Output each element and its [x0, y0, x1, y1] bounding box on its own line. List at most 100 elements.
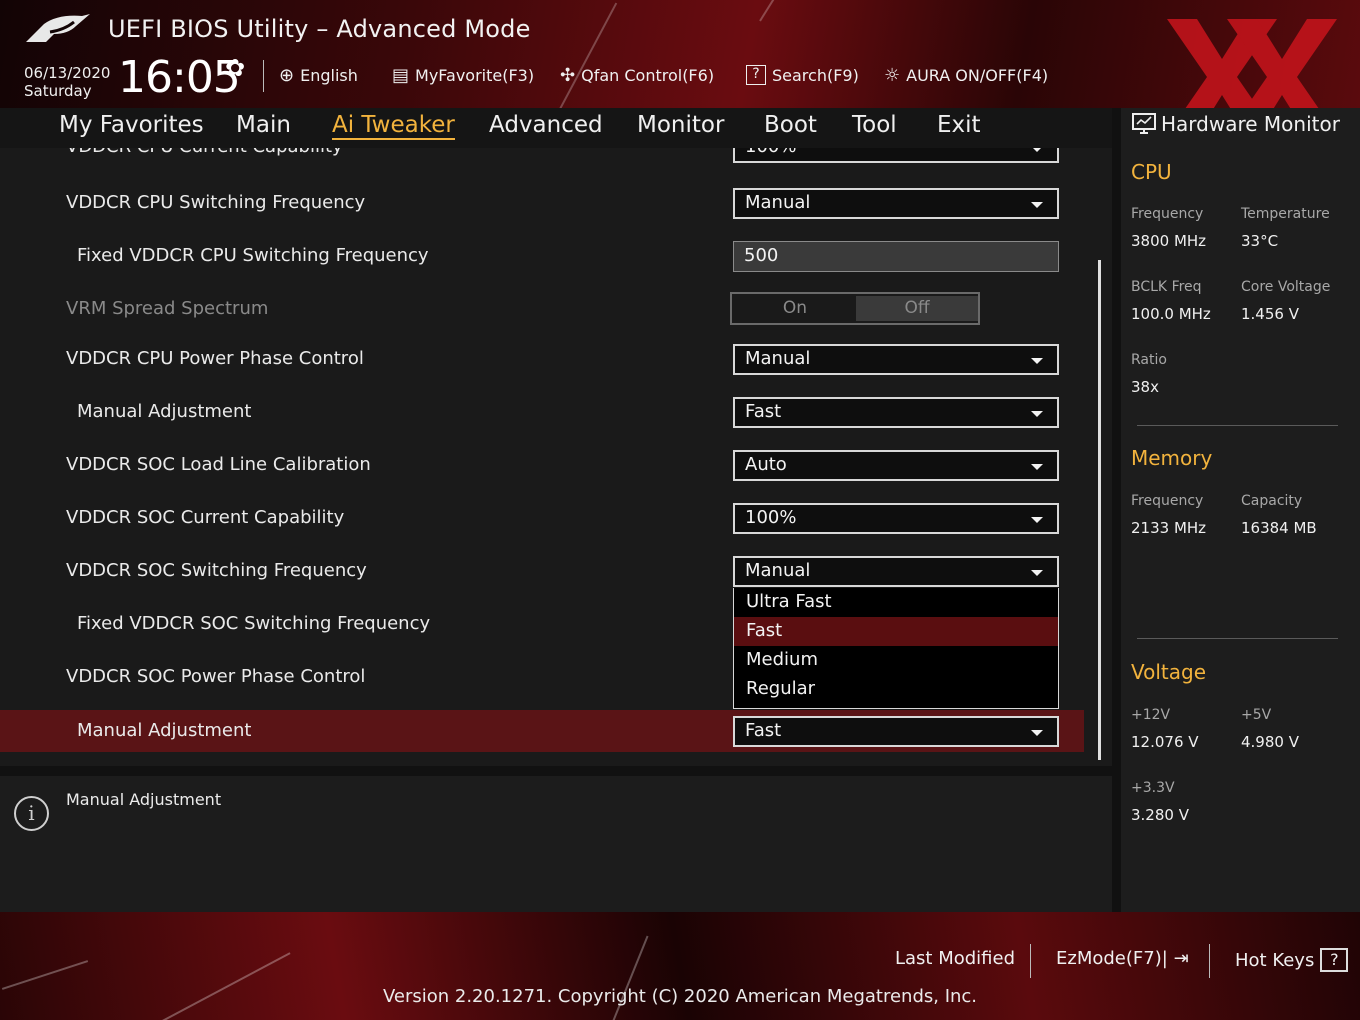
date-display[interactable]: 06/13/2020 Saturday	[24, 64, 110, 100]
v33-label: +3.3V	[1131, 780, 1175, 796]
setting-dropdown[interactable]: Manual	[733, 344, 1059, 375]
main-tabs: My Favorites Main Ai Tweaker Advanced Mo…	[0, 108, 1112, 148]
dropdown-value: Fast	[745, 401, 782, 422]
dropdown-value: 100%	[745, 148, 796, 157]
dropdown-value: 100%	[745, 507, 797, 528]
hot-keys-button[interactable]: Hot Keys ?	[1235, 948, 1349, 972]
myfavorite-button[interactable]: ▤ MyFavorite(F3)	[392, 62, 534, 88]
setting-dropdown[interactable]: 100%	[733, 148, 1059, 163]
dropdown-value: Auto	[745, 454, 787, 475]
ratio-value: 38x	[1131, 378, 1159, 396]
dropdown-option-highlighted[interactable]: Fast	[734, 617, 1058, 646]
search-button[interactable]: ? Search(F9)	[746, 62, 859, 88]
footer-divider	[1030, 944, 1031, 978]
hw-divider	[1137, 425, 1338, 426]
chevron-down-icon	[1031, 730, 1043, 736]
ratio-label: Ratio	[1131, 352, 1167, 368]
clock-display[interactable]: 16:05	[118, 52, 241, 103]
bclk-value: 100.0 MHz	[1131, 305, 1211, 323]
toggle-off-option: Off	[856, 296, 978, 321]
tab-ai-tweaker[interactable]: Ai Tweaker	[332, 112, 455, 140]
day-text: Saturday	[24, 82, 92, 100]
qfan-control-button[interactable]: ✣ Qfan Control(F6)	[560, 62, 714, 88]
tab-my-favorites[interactable]: My Favorites	[59, 112, 204, 138]
tab-exit[interactable]: Exit	[937, 112, 981, 138]
setting-dropdown[interactable]: Manual	[733, 188, 1059, 219]
rog-logo-icon	[26, 14, 90, 42]
footer-divider	[1209, 944, 1210, 978]
monitor-icon	[1132, 113, 1156, 134]
v12-label: +12V	[1131, 707, 1171, 723]
tab-boot[interactable]: Boot	[764, 112, 817, 138]
info-text: Manual Adjustment	[66, 790, 222, 809]
chevron-down-icon	[1031, 464, 1043, 470]
dropdown-value: Manual	[745, 560, 811, 581]
setting-row[interactable]: VDDCR SOC Switching Frequency Manual	[0, 550, 1084, 592]
setting-dropdown-open[interactable]: Manual	[733, 556, 1059, 587]
vrm-spread-spectrum-toggle: On Off	[730, 292, 980, 325]
tab-advanced[interactable]: Advanced	[489, 112, 603, 138]
dropdown-option[interactable]: Ultra Fast	[734, 588, 1058, 617]
setting-row[interactable]: VDDCR CPU Current Capability 100%	[0, 148, 1084, 168]
dropdown-option[interactable]: Medium	[734, 646, 1058, 675]
setting-label: VDDCR SOC Current Capability	[66, 507, 345, 528]
hardware-monitor-title: Hardware Monitor	[1131, 112, 1340, 136]
cpu-frequency-label: Frequency	[1131, 206, 1204, 222]
watermark-xx-icon	[1167, 19, 1337, 108]
chevron-down-icon	[1031, 358, 1043, 364]
aura-toggle-button[interactable]: ☼ AURA ON/OFF(F4)	[884, 62, 1048, 88]
cpu-temperature-value: 33°C	[1241, 232, 1279, 250]
hardware-monitor-panel: Hardware Monitor CPU Frequency Temperatu…	[1121, 108, 1360, 912]
last-modified-button[interactable]: Last Modified	[895, 948, 1015, 969]
setting-row[interactable]: Fixed VDDCR CPU Switching Frequency 500	[0, 235, 1084, 277]
ezmode-button[interactable]: EzMode(F7)| ⇥	[1056, 948, 1189, 969]
core-voltage-value: 1.456 V	[1241, 305, 1299, 323]
setting-dropdown[interactable]: Auto	[733, 450, 1059, 481]
setting-row[interactable]: VDDCR CPU Switching Frequency Manual	[0, 182, 1084, 224]
setting-number-field[interactable]: 500	[733, 241, 1059, 272]
bclk-label: BCLK Freq	[1131, 279, 1202, 295]
cpu-heading: CPU	[1131, 160, 1172, 184]
setting-label: VDDCR SOC Switching Frequency	[66, 560, 367, 581]
setting-row[interactable]: Manual Adjustment Fast	[0, 391, 1084, 433]
setting-label: VDDCR CPU Power Phase Control	[66, 348, 364, 369]
language-label: English	[300, 65, 358, 85]
chevron-down-icon	[1031, 411, 1043, 417]
tab-tool[interactable]: Tool	[852, 112, 897, 138]
core-voltage-label: Core Voltage	[1241, 279, 1331, 295]
setting-row-selected[interactable]: Manual Adjustment Fast	[0, 710, 1084, 752]
favorite-list-icon: ▤	[392, 64, 410, 86]
date-text: 06/13/2020	[24, 64, 111, 82]
setting-dropdown[interactable]: Fast	[733, 397, 1059, 428]
dropdown-value: Manual	[745, 192, 811, 213]
info-panel: i Manual Adjustment	[0, 776, 1112, 912]
gear-icon[interactable]: ✿	[225, 54, 245, 82]
aura-label: AURA ON/OFF(F4)	[906, 65, 1049, 85]
setting-row: VRM Spread Spectrum On Off	[0, 288, 1084, 330]
memory-frequency-label: Frequency	[1131, 493, 1204, 509]
chevron-down-icon	[1031, 202, 1043, 208]
fan-icon: ✣	[560, 64, 576, 86]
settings-scrollbar[interactable]	[1098, 260, 1101, 760]
memory-capacity-label: Capacity	[1241, 493, 1303, 509]
dropdown-option[interactable]: Regular	[734, 675, 1058, 704]
setting-dropdown[interactable]: 100%	[733, 503, 1059, 534]
language-button[interactable]: ⊕ English	[279, 62, 358, 88]
tab-monitor[interactable]: Monitor	[637, 112, 724, 138]
setting-row[interactable]: VDDCR SOC Current Capability 100%	[0, 497, 1084, 539]
setting-label: Manual Adjustment	[77, 720, 252, 741]
globe-icon: ⊕	[279, 64, 295, 86]
chevron-down-icon	[1031, 148, 1043, 152]
dropdown-value: Manual	[745, 348, 811, 369]
setting-label: VDDCR CPU Current Capability	[66, 148, 343, 157]
tab-main[interactable]: Main	[236, 112, 291, 138]
setting-row[interactable]: VDDCR SOC Load Line Calibration Auto	[0, 444, 1084, 486]
qfan-label: Qfan Control(F6)	[581, 65, 715, 85]
setting-dropdown[interactable]: Fast	[733, 716, 1059, 747]
myfavorite-label: MyFavorite(F3)	[415, 65, 535, 85]
v5-value: 4.980 V	[1241, 733, 1299, 751]
search-label: Search(F9)	[772, 65, 859, 85]
info-icon: i	[14, 796, 49, 831]
setting-row[interactable]: VDDCR CPU Power Phase Control Manual	[0, 338, 1084, 380]
cpu-frequency-value: 3800 MHz	[1131, 232, 1207, 250]
